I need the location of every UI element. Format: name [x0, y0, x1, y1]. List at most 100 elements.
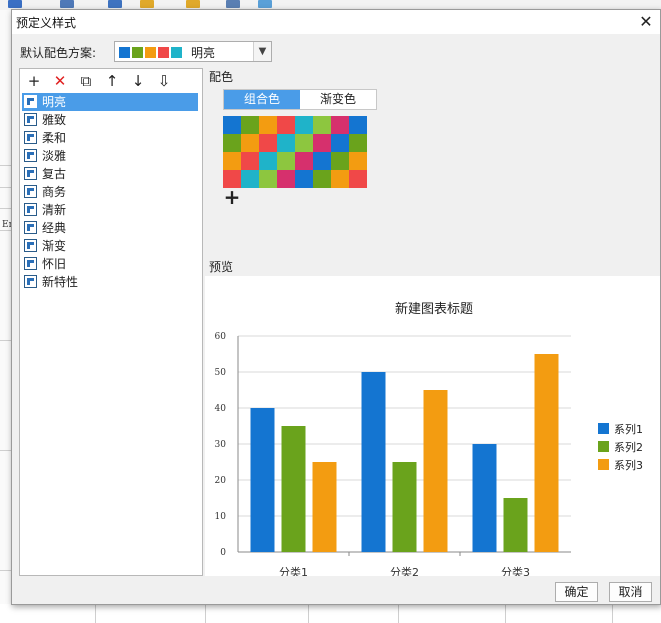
palette-color-cell[interactable]	[295, 134, 313, 152]
ok-button[interactable]: 确定	[555, 582, 598, 602]
palette-color-cell[interactable]	[277, 170, 295, 188]
palette-color-cell[interactable]	[223, 152, 241, 170]
bar	[472, 444, 497, 552]
palette-color-cell[interactable]	[277, 152, 295, 170]
style-list-item[interactable]: 渐变	[22, 237, 198, 255]
style-list-item[interactable]: 明亮	[22, 93, 198, 111]
palette-color-cell[interactable]	[259, 170, 277, 188]
move-to-bottom-button[interactable]: ⇩	[154, 71, 174, 91]
copy-button[interactable]: ⧉	[76, 71, 96, 91]
style-list-item[interactable]: 清新	[22, 201, 198, 219]
add-icon: +	[27, 72, 41, 90]
chart-title: 新建图表标题	[395, 301, 473, 317]
palette-color-cell[interactable]	[241, 116, 259, 134]
legend-swatch	[598, 423, 609, 434]
bar	[392, 462, 417, 552]
palette-color-cell[interactable]	[295, 116, 313, 134]
default-scheme-select[interactable]: 明亮 ▼	[114, 41, 272, 62]
style-list-item-label: 柔和	[42, 131, 67, 145]
style-list-item[interactable]: 商务	[22, 183, 198, 201]
palette-color-cell[interactable]	[241, 170, 259, 188]
bg-tool-icon	[258, 0, 272, 8]
dialog-titlebar[interactable]: 预定义样式 ✕	[12, 10, 660, 34]
chart-style-icon	[24, 149, 37, 162]
scheme-swatch	[119, 47, 130, 58]
palette-color-cell[interactable]	[295, 170, 313, 188]
style-list-item-label: 渐变	[42, 239, 67, 253]
palette-color-cell[interactable]	[241, 134, 259, 152]
preview-bar-chart: 新建图表标题 0 10 20 30 40 50 60 分类1 分类2 分类3 系列1 系列2 系列3	[215, 301, 643, 579]
delete-button[interactable]: ✕	[50, 71, 70, 91]
palette-color-cell[interactable]	[295, 152, 313, 170]
palette-color-cell[interactable]	[313, 116, 331, 134]
close-button[interactable]: ✕	[636, 12, 656, 32]
scheme-selected-value: 明亮	[191, 46, 216, 60]
palette-color-cell[interactable]	[313, 152, 331, 170]
palette-color-cell[interactable]	[277, 134, 295, 152]
palette-color-cell[interactable]	[223, 116, 241, 134]
palette-color-cell[interactable]	[313, 170, 331, 188]
palette-color-cell[interactable]	[241, 152, 259, 170]
palette-color-cell[interactable]	[277, 116, 295, 134]
move-up-button[interactable]: ↑	[102, 71, 122, 91]
style-list-item[interactable]: 新特性	[22, 273, 198, 291]
color-section-label: 配色	[209, 70, 234, 84]
palette-color-cell[interactable]	[313, 134, 331, 152]
bar	[361, 372, 386, 552]
palette-color-cell[interactable]	[259, 116, 277, 134]
palette-color-cell[interactable]	[223, 134, 241, 152]
style-list-item[interactable]: 柔和	[22, 129, 198, 147]
style-list-toolbar: + ✕ ⧉ ↑ ↓ ⇩	[20, 69, 202, 93]
style-list-item-label: 淡雅	[42, 149, 67, 163]
style-list-item[interactable]: 经典	[22, 219, 198, 237]
palette-color-cell[interactable]	[349, 170, 367, 188]
bar	[423, 390, 448, 552]
style-list-panel: + ✕ ⧉ ↑ ↓ ⇩ 明亮雅致柔和淡雅复古商务清新经典渐变怀旧 新特性	[19, 68, 203, 576]
palette-color-cell[interactable]	[349, 152, 367, 170]
tab-gradient-colors[interactable]: 渐变色	[300, 90, 376, 109]
chart-style-icon	[24, 221, 37, 234]
palette-color-cell[interactable]	[331, 170, 349, 188]
palette-color-cell[interactable]	[259, 152, 277, 170]
palette-color-cell[interactable]	[259, 134, 277, 152]
legend-swatch	[598, 459, 609, 470]
palette-color-cell[interactable]	[331, 134, 349, 152]
style-list-item[interactable]: 雅致	[22, 111, 198, 129]
chart-style-icon	[24, 257, 37, 270]
palette-color-cell[interactable]	[349, 116, 367, 134]
move-down-button[interactable]: ↓	[128, 71, 148, 91]
bar	[312, 462, 337, 552]
style-list-item[interactable]: 淡雅	[22, 147, 198, 165]
add-button[interactable]: +	[24, 71, 44, 91]
style-list-item[interactable]: 怀旧	[22, 255, 198, 273]
bg-tool-icon	[186, 0, 200, 8]
y-tick-label: 60	[215, 332, 227, 342]
cancel-button[interactable]: 取消	[609, 582, 652, 602]
scheme-swatch	[132, 47, 143, 58]
bar	[534, 354, 559, 552]
color-type-tabs: 组合色 渐变色	[223, 89, 377, 110]
chart-style-icon	[24, 113, 37, 126]
y-tick-label: 0	[220, 548, 226, 558]
style-list-item-label: 雅致	[42, 113, 67, 127]
delete-icon: ✕	[53, 72, 67, 90]
style-list-item[interactable]: 复古	[22, 165, 198, 183]
color-palette-grid	[223, 116, 367, 188]
bg-tool-icon	[140, 0, 154, 8]
chart-style-icon	[24, 203, 37, 216]
y-tick-label: 10	[215, 512, 227, 522]
y-tick-label: 40	[215, 404, 227, 414]
style-list-item-label: 复古	[42, 167, 67, 181]
chart-style-icon	[24, 239, 37, 252]
add-color-button[interactable]: +	[223, 187, 241, 207]
palette-color-cell[interactable]	[349, 134, 367, 152]
chart-style-icon	[24, 185, 37, 198]
tab-combination-colors[interactable]: 组合色	[224, 90, 300, 109]
chart-style-icon	[24, 275, 37, 288]
style-list-item-label: 商务	[42, 185, 67, 199]
style-list-item-label: 经典	[42, 221, 67, 235]
legend-label: 系列2	[614, 440, 643, 454]
palette-color-cell[interactable]	[331, 152, 349, 170]
palette-color-cell[interactable]	[331, 116, 349, 134]
chevron-down-icon[interactable]: ▼	[253, 42, 271, 61]
